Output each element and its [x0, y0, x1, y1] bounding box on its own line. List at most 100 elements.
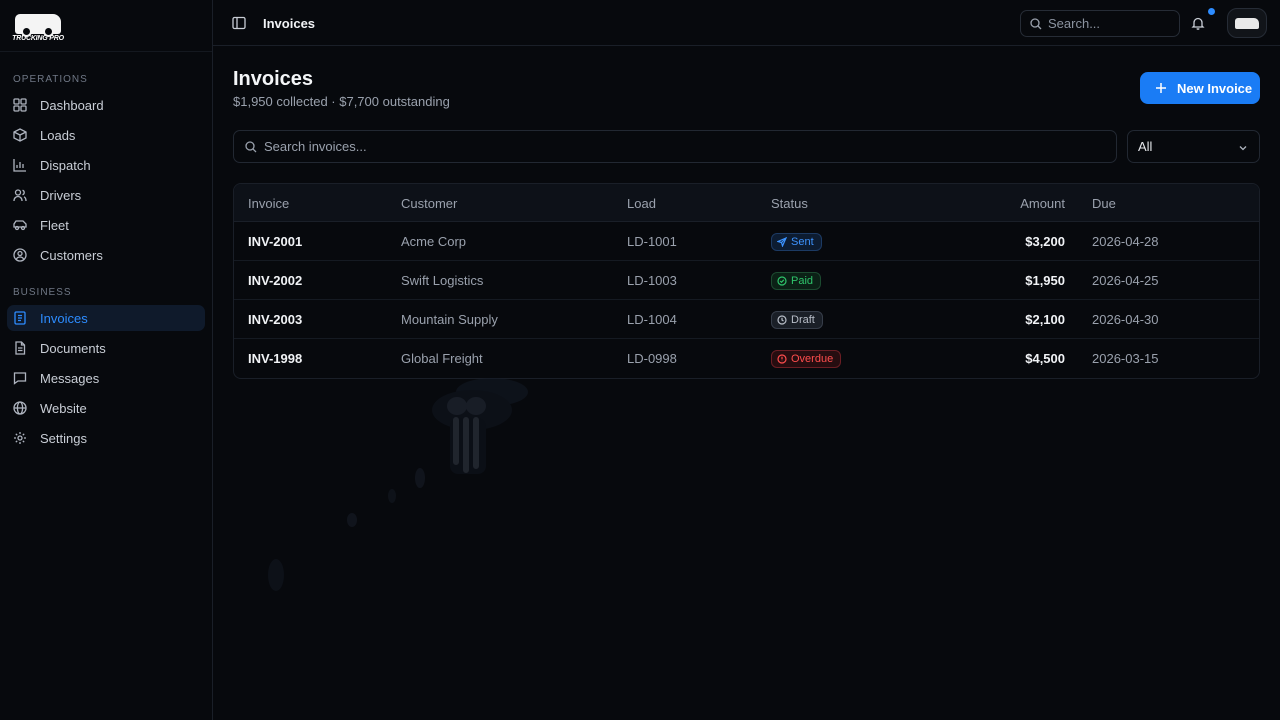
status-badge: Draft [771, 311, 823, 329]
sidebar-item-loads[interactable]: Loads [7, 122, 205, 148]
sidebar-item-invoices[interactable]: Invoices [7, 305, 205, 331]
global-search-placeholder: Search... [1048, 16, 1101, 31]
load-id: LD-1001 [627, 234, 677, 249]
search-icon [1030, 18, 1042, 30]
load-id: LD-0998 [627, 351, 677, 366]
gear-icon [13, 431, 27, 445]
avatar[interactable] [1227, 8, 1267, 38]
brand-logo[interactable]: TRUCKING PRO [12, 9, 64, 43]
sidebar-item-label: Dashboard [40, 97, 104, 113]
sidebar-item-messages[interactable]: Messages [7, 365, 205, 391]
send-icon [777, 237, 787, 247]
invoice-number: INV-2001 [248, 234, 303, 249]
sidebar-item-settings[interactable]: Settings [7, 425, 205, 451]
sidebar-item-drivers[interactable]: Drivers [7, 182, 205, 208]
invoice-number: INV-1998 [248, 351, 303, 366]
sidebar-item-label: Messages [40, 370, 100, 386]
notification-dot [1208, 8, 1215, 15]
customer-name: Acme Corp [401, 234, 467, 249]
sidebar-item-label: Documents [40, 340, 106, 356]
sidebar-item-label: Loads [40, 127, 76, 143]
invoice-amount: $3,200 [1025, 234, 1065, 249]
invoice-amount: $1,950 [1025, 273, 1065, 288]
table-header: Invoice Customer Load Status Amount Due [234, 184, 1259, 222]
check-circle-icon [777, 276, 787, 286]
chevron-down-icon [1238, 143, 1248, 153]
sidebar-toggle-icon[interactable] [232, 16, 246, 30]
clock-icon [777, 315, 787, 325]
new-invoice-label: New Invoice [1177, 80, 1253, 96]
invoice-number: INV-2003 [248, 312, 303, 327]
status-label: Sent [791, 236, 814, 248]
sidebar-item-label: Invoices [40, 310, 88, 326]
sidebar-item-customers[interactable]: Customers [7, 242, 205, 268]
globe-icon [13, 401, 27, 415]
column-header-customer[interactable]: Customer [401, 196, 457, 211]
status-badge: Paid [771, 272, 822, 290]
due-date: 2026-04-30 [1092, 312, 1159, 327]
sidebar-item-label: Drivers [40, 187, 82, 203]
sidebar-item-label: Customers [40, 247, 103, 263]
load-id: LD-1004 [627, 312, 677, 327]
plus-icon [1155, 82, 1167, 94]
sidebar-item-dispatch[interactable]: Dispatch [7, 152, 205, 178]
status-filter-value: All [1138, 139, 1153, 154]
sidebar-item-website[interactable]: Website [7, 395, 205, 421]
breadcrumb: Invoices [263, 16, 316, 31]
message-icon [13, 371, 27, 385]
column-header-status[interactable]: Status [771, 196, 808, 211]
alert-circle-icon [777, 354, 787, 364]
invoice-icon [13, 311, 27, 325]
truck-logo-icon [1235, 17, 1259, 29]
column-header-invoice[interactable]: Invoice [248, 196, 289, 211]
sidebar-item-documents[interactable]: Documents [7, 335, 205, 361]
document-icon [13, 341, 27, 355]
due-date: 2026-04-25 [1092, 273, 1159, 288]
status-badge: Overdue [771, 350, 842, 368]
user-circle-icon [13, 248, 27, 262]
global-search-input[interactable]: Search... [1020, 10, 1180, 37]
invoice-amount: $2,100 [1025, 312, 1065, 327]
sidebar-item-label: Website [40, 400, 87, 416]
brand-logo-text: TRUCKING PRO [12, 34, 64, 42]
invoice-search-placeholder: Search invoices... [264, 139, 367, 154]
customer-name: Global Freight [401, 351, 483, 366]
section-label-operations: OPERATIONS [13, 74, 88, 85]
status-label: Overdue [791, 353, 834, 365]
column-header-amount[interactable]: Amount [1020, 196, 1065, 211]
table-row[interactable]: INV-2002 Swift Logistics LD-1003 Paid $1… [234, 261, 1259, 300]
status-label: Draft [791, 314, 815, 326]
truck-logo-icon [15, 13, 61, 37]
new-invoice-button[interactable]: New Invoice [1140, 72, 1260, 104]
sidebar: TRUCKING PRO OPERATIONS Dashboard Loads … [0, 0, 213, 720]
column-header-due[interactable]: Due [1092, 196, 1116, 211]
search-icon [245, 141, 257, 153]
users-icon [13, 188, 27, 202]
status-filter-select[interactable]: All [1127, 130, 1260, 163]
column-header-load[interactable]: Load [627, 196, 656, 211]
table-row[interactable]: INV-2001 Acme Corp LD-1001 Sent $3,200 2… [234, 222, 1259, 261]
due-date: 2026-03-15 [1092, 351, 1159, 366]
invoice-number: INV-2002 [248, 273, 303, 288]
invoice-search-input[interactable]: Search invoices... [233, 130, 1117, 163]
due-date: 2026-04-28 [1092, 234, 1159, 249]
chart-icon [13, 158, 27, 172]
sidebar-item-label: Dispatch [40, 157, 91, 173]
table-row[interactable]: INV-2003 Mountain Supply LD-1004 Draft $… [234, 300, 1259, 339]
logo-area: TRUCKING PRO [0, 0, 212, 52]
status-badge: Sent [771, 233, 822, 251]
section-label-business: BUSINESS [13, 287, 72, 298]
sidebar-item-fleet[interactable]: Fleet [7, 212, 205, 238]
dashboard-icon [13, 98, 27, 112]
notifications-bell-icon[interactable] [1191, 16, 1205, 30]
invoices-table: Invoice Customer Load Status Amount Due … [233, 183, 1260, 379]
page-subtitle: $1,950 collected · $7,700 outstanding [233, 94, 450, 109]
load-id: LD-1003 [627, 273, 677, 288]
sidebar-item-label: Fleet [40, 217, 69, 233]
customer-name: Swift Logistics [401, 273, 484, 288]
topbar: Invoices Search... [213, 0, 1280, 46]
background-artwork [260, 370, 540, 600]
truck-icon [13, 218, 27, 232]
box-icon [13, 128, 27, 142]
sidebar-item-dashboard[interactable]: Dashboard [7, 92, 205, 118]
